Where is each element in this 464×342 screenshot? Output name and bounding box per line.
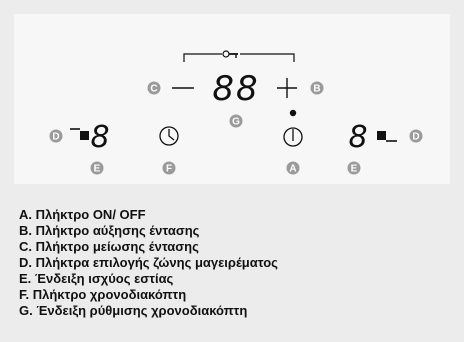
badge-a: A bbox=[286, 161, 300, 175]
badge-g-label: G bbox=[232, 117, 240, 128]
legend-item-b: B. Πλήκτρο αύξησης έντασης bbox=[19, 223, 200, 238]
badge-f: F bbox=[162, 161, 176, 175]
control-panel-diagram: C 88 B G D 8 E F A 8 D E bbox=[49, 50, 423, 175]
indicator-dot bbox=[289, 109, 297, 117]
badge-c-label: C bbox=[150, 84, 157, 95]
legend-item-f: F. Πλήκτρο χρονοδιακόπτη bbox=[19, 287, 187, 302]
clock-icon[interactable] bbox=[159, 126, 179, 146]
key-lock-icon[interactable] bbox=[183, 50, 295, 62]
badge-f-label: F bbox=[166, 164, 172, 175]
badge-e-right: E bbox=[347, 161, 361, 175]
legend-list: A. Πλήκτρο ON/ OFF B. Πλήκτρο αύξησης έν… bbox=[19, 207, 278, 319]
badge-b-label: B bbox=[313, 84, 320, 95]
timer-display: 88 bbox=[212, 69, 259, 109]
badge-d-left: D bbox=[49, 129, 63, 143]
badge-d-left-label: D bbox=[52, 132, 59, 143]
badge-b: B bbox=[310, 81, 324, 95]
zone-select-left-icon[interactable] bbox=[70, 128, 89, 140]
legend-item-e: E. Ένδειξη ισχύος εστίας bbox=[19, 271, 174, 286]
badge-e-left-label: E bbox=[94, 164, 101, 175]
power-icon[interactable] bbox=[283, 127, 303, 147]
zone-right-power-display: 8 bbox=[348, 120, 367, 155]
badge-d-right: D bbox=[409, 129, 423, 143]
zone-left-power-display: 8 bbox=[90, 120, 109, 155]
control-panel: C 88 B G D 8 E F A 8 D E bbox=[14, 14, 450, 184]
badge-e-left: E bbox=[90, 161, 104, 175]
legend-item-c: C. Πλήκτρο μείωσης έντασης bbox=[19, 239, 199, 254]
legend-item-d: D. Πλήκτρα επιλογής ζώνης μαγειρέματος bbox=[19, 255, 278, 270]
legend-item-g: G. Ένδειξη ρύθμισης χρονοδιακόπτη bbox=[19, 303, 248, 318]
legend-item-a: A. Πλήκτρο ON/ OFF bbox=[19, 207, 146, 222]
badge-g: G bbox=[229, 114, 243, 128]
increase-button[interactable] bbox=[277, 78, 297, 98]
badge-c: C bbox=[147, 81, 161, 95]
badge-e-right-label: E bbox=[351, 164, 358, 175]
badge-d-right-label: D bbox=[412, 132, 419, 143]
zone-select-right-icon[interactable] bbox=[377, 131, 397, 142]
badge-a-label: A bbox=[289, 164, 296, 175]
